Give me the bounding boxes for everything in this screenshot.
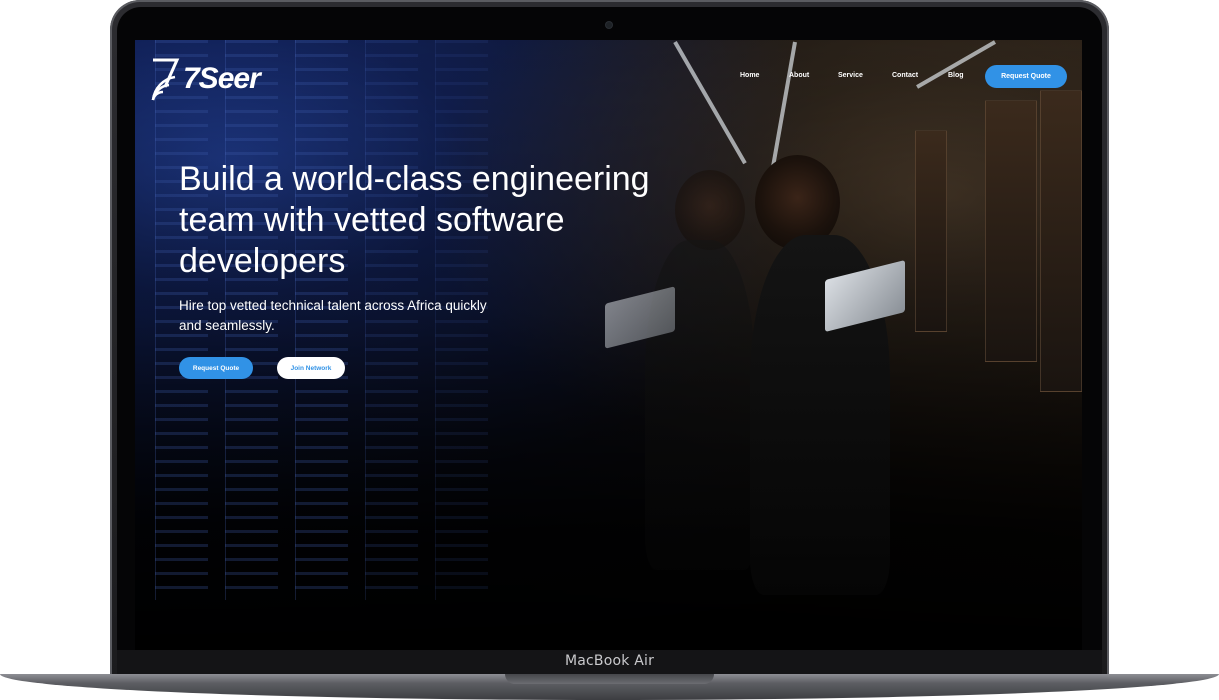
reflection-head [675,170,745,250]
nav-request-quote-button[interactable]: Request Quote [985,65,1067,88]
logo-text: 7Seer [183,62,261,95]
webcam-icon [606,22,612,28]
device-label: MacBook Air [564,653,655,669]
site-logo[interactable]: 7Seer [151,57,261,101]
wifi-signal-icon [151,57,181,101]
nav-item-service[interactable]: Service [838,72,863,79]
corridor-door [985,100,1037,362]
corridor-door [915,130,947,332]
nav-item-blog[interactable]: Blog [948,72,964,79]
hero-title: Build a world-class engineering team wit… [179,160,650,280]
join-network-button[interactable]: Join Network [277,357,345,379]
hero-subtitle: Hire top vetted technical talent across … [179,298,487,333]
nav-item-about[interactable]: About [789,72,809,79]
laptop-opening-notch [505,674,714,684]
hero-background-image [135,40,1082,650]
website-screen [135,40,1082,650]
nav-item-home[interactable]: Home [740,72,759,79]
request-quote-button[interactable]: Request Quote [179,357,253,379]
corridor-door [1040,90,1082,392]
ceiling-light [673,41,747,165]
nav-item-contact[interactable]: Contact [892,72,918,79]
ceiling-light [916,40,996,89]
